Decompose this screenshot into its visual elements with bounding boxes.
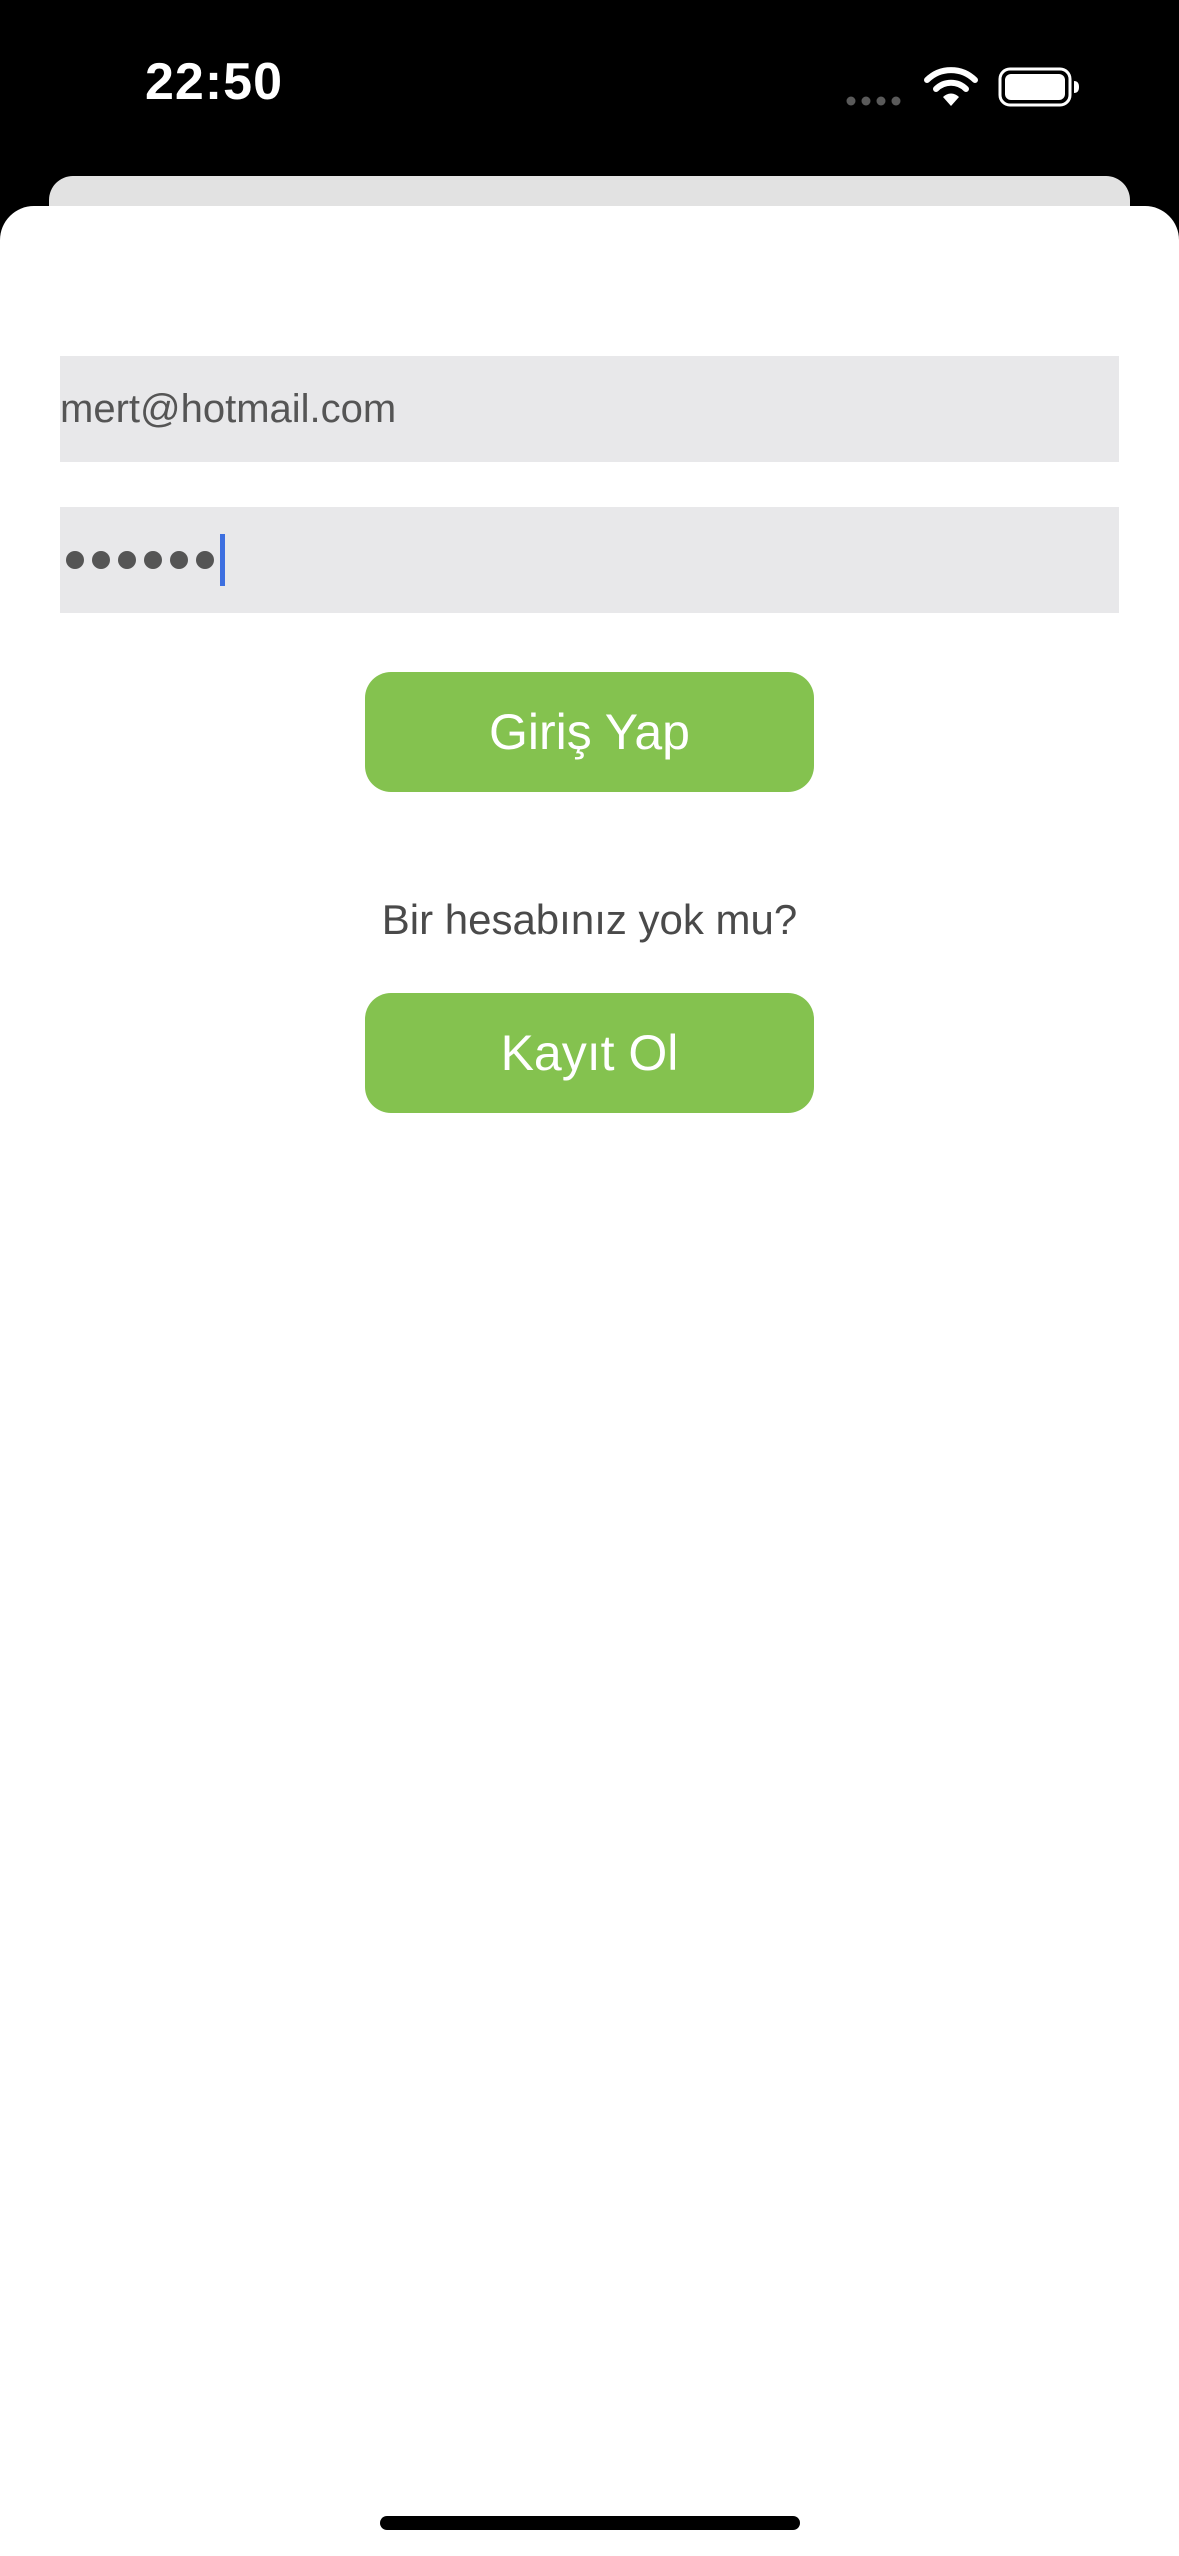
signup-button[interactable]: Kayıt Ol [365,993,814,1113]
battery-icon [998,67,1079,107]
password-dot [92,551,110,569]
email-field[interactable]: mert@hotmail.com [60,356,1119,462]
password-dot [66,551,84,569]
status-time: 22:50 [145,53,283,111]
password-dot [170,551,188,569]
password-field[interactable] [60,507,1119,613]
signal-dots-icon [846,96,901,106]
password-dots [60,551,216,569]
password-dot [118,551,136,569]
status-bar: 22:50 [0,0,1179,176]
home-indicator[interactable] [380,2516,800,2530]
no-account-text: Bir hesabınız yok mu? [381,896,798,943]
login-button[interactable]: Giriş Yap [365,672,814,792]
login-sheet: mert@hotmail.com Giriş Yap Bir hesabınız… [0,206,1179,2556]
text-cursor [220,534,225,586]
password-dot [196,551,214,569]
wifi-icon [924,67,978,106]
email-value: mert@hotmail.com [60,386,397,431]
password-dot [144,551,162,569]
